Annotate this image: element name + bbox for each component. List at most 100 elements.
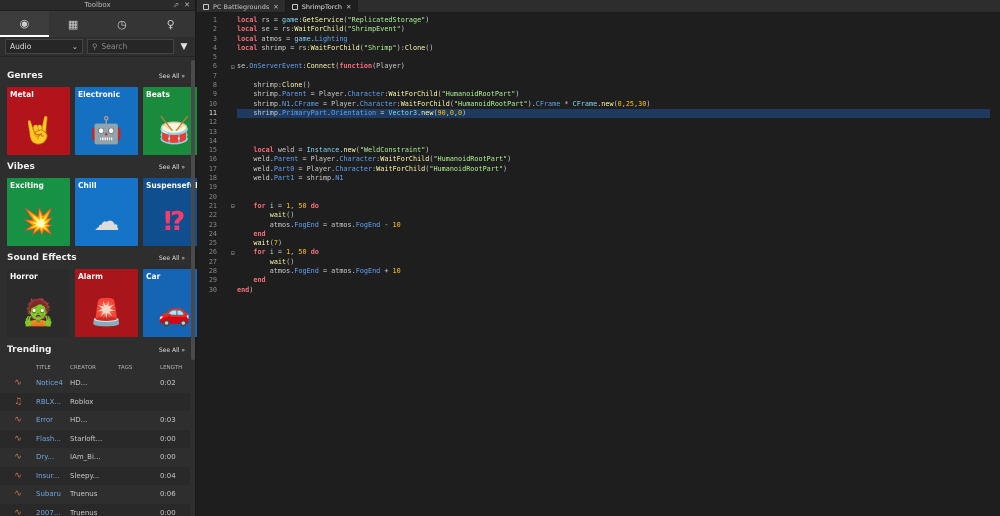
popout-icon[interactable]: ⬀	[173, 1, 179, 9]
tab-creations[interactable]: ♀	[146, 11, 195, 37]
row-creator[interactable]: HD...	[70, 416, 118, 424]
code-line[interactable]	[237, 193, 990, 202]
code-lines[interactable]: local rs = game:GetService("ReplicatedSt…	[237, 16, 990, 295]
see-all-link[interactable]: See All »	[159, 255, 185, 262]
filter-icon[interactable]: ▼	[178, 42, 190, 52]
row-title[interactable]: 2007...	[36, 509, 70, 516]
code-line[interactable]: end)	[237, 286, 990, 295]
row-creator[interactable]: Truenus	[70, 490, 118, 498]
code-line[interactable]: local rs = game:GetService("ReplicatedSt…	[237, 16, 990, 25]
row-title[interactable]: Flash...	[36, 435, 70, 443]
tile-electronic[interactable]: Electronic 🤖	[75, 87, 138, 155]
code-line[interactable]	[237, 72, 990, 81]
code-line[interactable]: for i = 1, 50 do	[237, 248, 990, 257]
tile-metal[interactable]: Metal 🤘	[7, 87, 70, 155]
tab-pc-battlegrounds[interactable]: PC Battlegrounds ✕	[197, 0, 286, 13]
row-creator[interactable]: Sleepy...	[70, 472, 118, 480]
code-line[interactable]: atmos.FogEnd = atmos.FogEnd + 10	[237, 267, 990, 276]
code-line[interactable]: local shrimp = rs:WaitForChild("Shrimp")…	[237, 44, 990, 53]
fold-toggle-icon[interactable]: ⊟	[231, 64, 235, 71]
code-line[interactable]: se.OnServerEvent:Connect(function(Player…	[237, 62, 990, 71]
tile-chill[interactable]: Chill ☁	[75, 178, 138, 246]
close-tab-icon[interactable]: ✕	[273, 3, 278, 11]
script-editor: PC Battlegrounds ✕ ShrimpTorch ✕ 1234567…	[197, 0, 1000, 516]
tab-recent[interactable]: ◷	[98, 11, 147, 37]
table-row[interactable]: ∿ Insur... Sleepy... 0:04	[0, 466, 190, 485]
code-line[interactable]: weld.Part0 = Player.Character:WaitForChi…	[237, 165, 990, 174]
table-row[interactable]: ∿ Error HD... 0:03	[0, 411, 190, 429]
code-line[interactable]: atmos.FogEnd = atmos.FogEnd - 10	[237, 221, 990, 230]
see-all-link[interactable]: See All »	[159, 347, 185, 354]
code-token: Character	[339, 155, 377, 164]
table-row[interactable]: ∿ Dry... IAm_Bi... 0:00	[0, 448, 190, 466]
close-icon[interactable]: ✕	[184, 1, 190, 9]
waveform-icon: ∿	[14, 470, 22, 481]
see-all-link[interactable]: See All »	[159, 164, 185, 171]
tab-shrimptorch[interactable]: ShrimpTorch ✕	[285, 0, 359, 13]
column-creator[interactable]: CREATOR	[70, 365, 118, 371]
row-title[interactable]: Insur...	[36, 472, 70, 480]
table-row[interactable]: ∿ Notice4 HD... 0:02	[0, 374, 190, 392]
code-line[interactable]: local weld = Instance.new("WeldConstrain…	[237, 146, 990, 155]
code-line[interactable]: wait(7)	[237, 239, 990, 248]
row-title[interactable]: RBLX...	[36, 398, 70, 406]
tile-horror[interactable]: Horror 🧟	[7, 269, 70, 337]
row-creator[interactable]: IAm_Bi...	[70, 453, 118, 461]
tab-marketplace[interactable]: ▦	[49, 11, 98, 37]
code-line[interactable]	[237, 128, 990, 137]
search-input[interactable]: ⚲ Search	[87, 39, 174, 54]
column-tags[interactable]: TAGS	[118, 365, 160, 371]
code-line[interactable]: weld.Part1 = shrimp.N1	[237, 174, 990, 183]
row-creator[interactable]: Truenus	[70, 509, 118, 516]
row-creator[interactable]: Roblox	[70, 398, 118, 406]
code-token: Instance	[306, 146, 340, 155]
code-line[interactable]: end	[237, 230, 990, 239]
code-token: shrimp = rs:	[257, 43, 311, 52]
table-row[interactable]: ∿ Flash... Starloft... 0:00	[0, 429, 190, 448]
fold-toggle-icon[interactable]: ⊟	[231, 203, 235, 210]
toolbox-scrollbar[interactable]	[191, 60, 195, 360]
code-line[interactable]: wait()	[237, 211, 990, 220]
code-line[interactable]: shrimp.Parent = Player.Character:WaitFor…	[237, 90, 990, 99]
code-line[interactable]: end	[237, 276, 990, 285]
code-line[interactable]: shrimp:Clone()	[237, 81, 990, 90]
code-line[interactable]	[237, 183, 990, 192]
row-title[interactable]: Notice4	[36, 379, 70, 387]
see-all-link[interactable]: See All »	[159, 73, 185, 80]
fold-toggle-icon[interactable]: ⊟	[231, 250, 235, 257]
code-line[interactable]: weld.Parent = Player.Character:WaitForCh…	[237, 155, 990, 164]
code-line[interactable]: for i = 1, 50 do	[237, 202, 990, 211]
tile-exciting[interactable]: Exciting 💥	[7, 178, 70, 246]
code-line[interactable]	[237, 53, 990, 62]
code-token: CFrame	[535, 99, 561, 108]
column-title[interactable]: TITLE	[36, 365, 70, 371]
code-line[interactable]: shrimp.N1.CFrame = Player.Character:Wait…	[237, 100, 990, 109]
tab-inventory[interactable]: ◉	[0, 11, 49, 37]
close-tab-icon[interactable]: ✕	[346, 3, 351, 11]
code-line[interactable]	[237, 137, 990, 146]
code-area[interactable]: 1 2 3 4 5 6 7 8 9 10 11 12 13 14 15 16 17 18 19 20 21 22 23 24 2…	[197, 14, 1000, 516]
table-row[interactable]: ∿ 2007... Truenus 0:00	[0, 503, 190, 516]
table-row[interactable]: ♫ RBLX... Roblox	[0, 392, 190, 411]
row-creator[interactable]: Starloft...	[70, 435, 118, 443]
code-token: 10	[392, 220, 401, 229]
script-icon	[291, 3, 298, 10]
table-row[interactable]: ∿ Subaru Truenus 0:06	[0, 485, 190, 503]
code-token: shrimp.	[237, 90, 283, 99]
code-line[interactable]: shrimp.PrimaryPart.Orientation = Vector3…	[237, 108, 990, 119]
code-line[interactable]: wait()	[237, 258, 990, 267]
code-line[interactable]	[237, 118, 990, 127]
line-number: 3	[212, 34, 217, 43]
row-title[interactable]: Error	[36, 416, 70, 424]
column-length[interactable]: LENGTH	[160, 365, 190, 371]
row-creator[interactable]: HD...	[70, 379, 118, 387]
code-line[interactable]: local se = rs:WaitForChild("ShrimpEvent"…	[237, 25, 990, 34]
row-title[interactable]: Dry...	[36, 453, 70, 461]
row-title[interactable]: Subaru	[36, 490, 70, 498]
category-dropdown[interactable]: Audio ⌄	[5, 39, 83, 54]
code-line[interactable]: local atmos = game.Lighting	[237, 35, 990, 44]
tile-alarm[interactable]: Alarm 🚨	[75, 269, 138, 337]
robot-icon: 🤖	[90, 116, 123, 146]
code-token: ()	[286, 211, 295, 220]
code-token: )	[462, 108, 467, 117]
